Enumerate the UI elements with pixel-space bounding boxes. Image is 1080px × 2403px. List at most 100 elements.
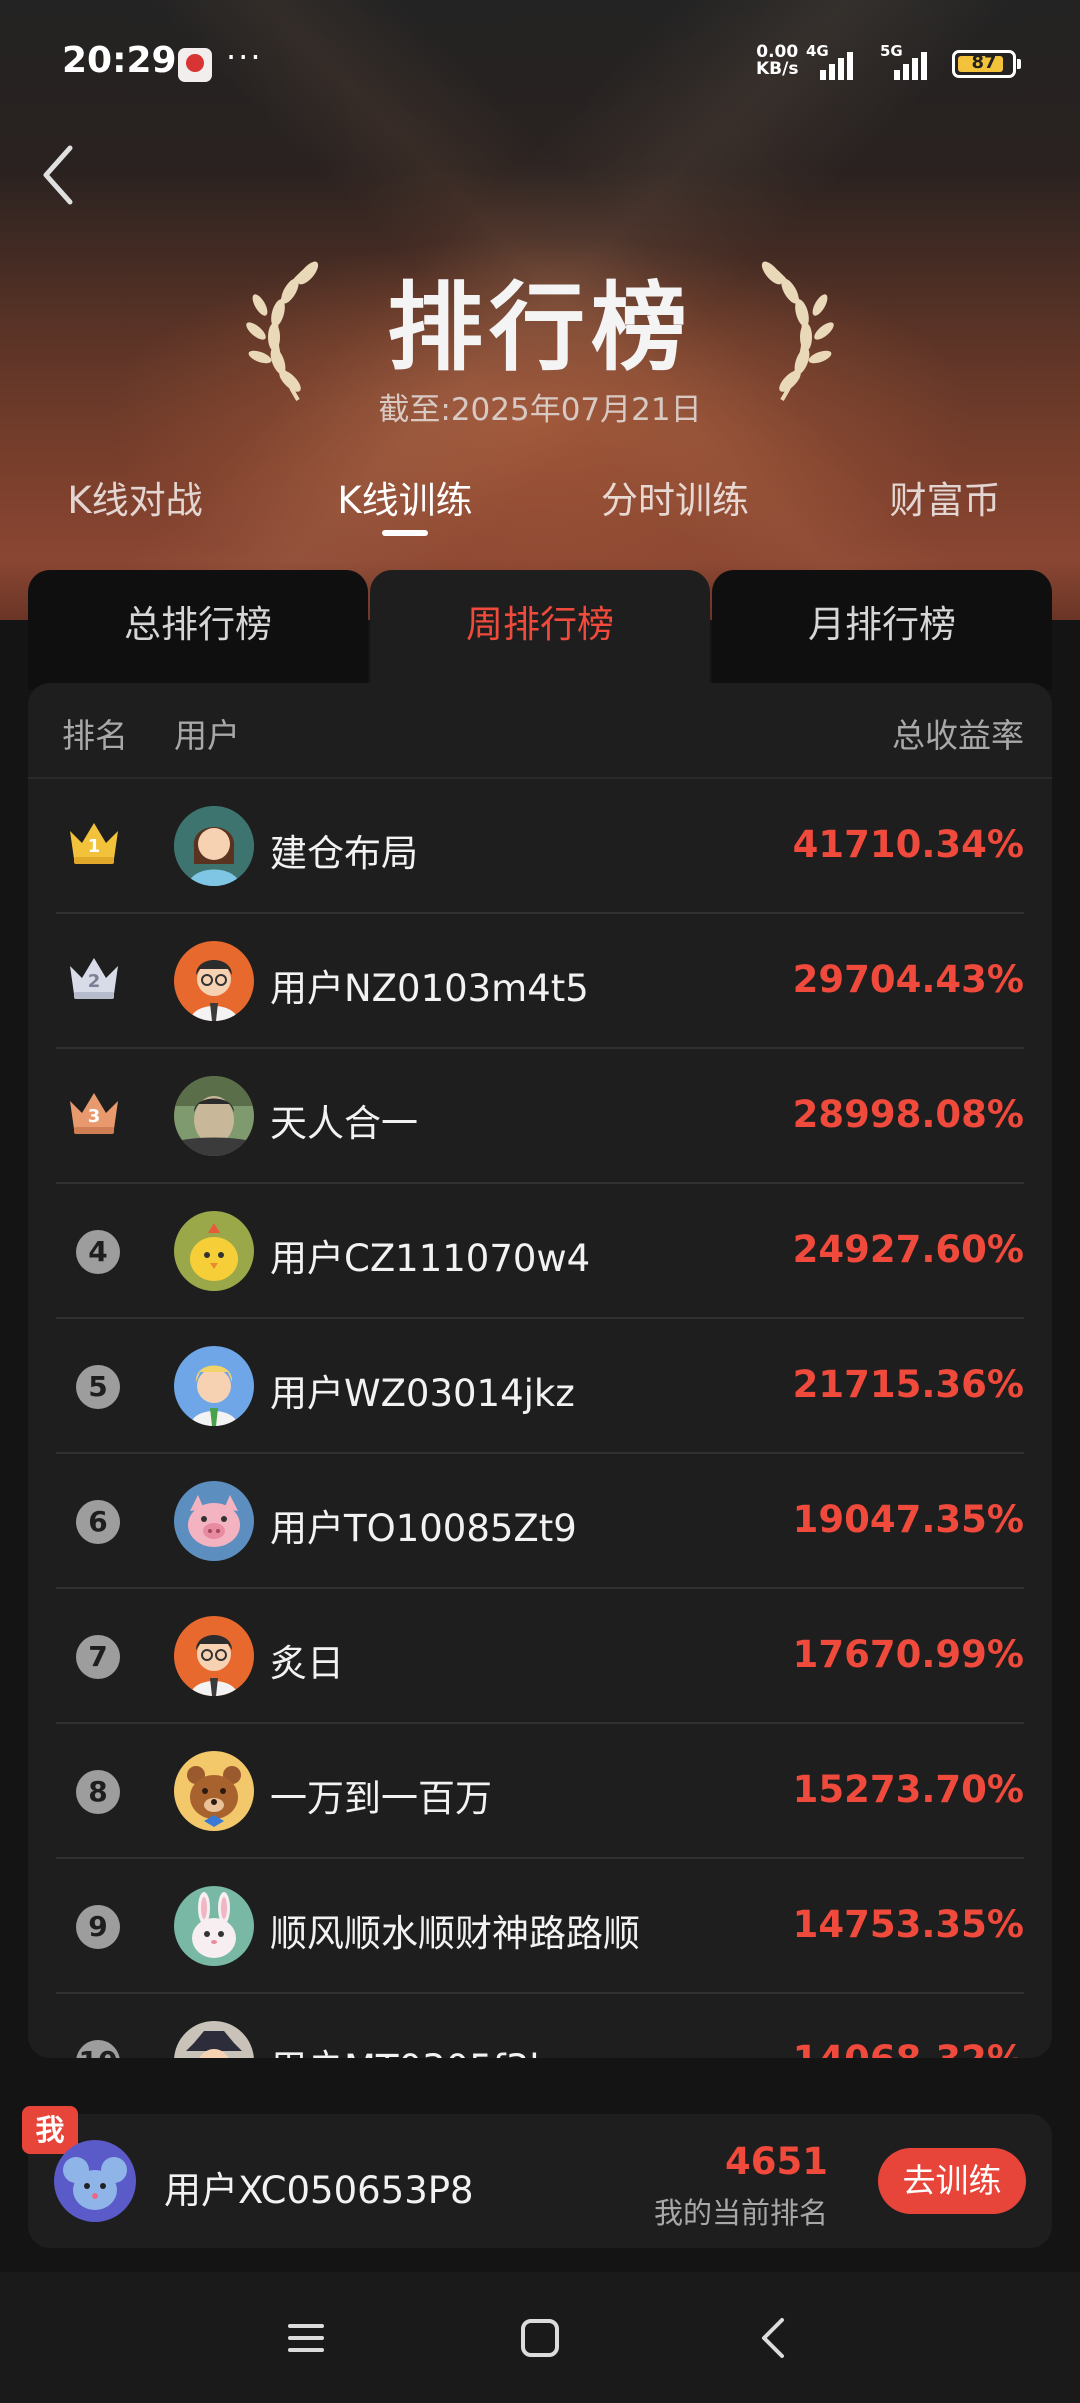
my-rank-number: 4651: [725, 2140, 828, 2183]
rank-number: 7: [76, 1635, 120, 1679]
tab-k-line-training[interactable]: K线训练: [270, 470, 540, 524]
avatar[interactable]: [174, 1751, 254, 1831]
back-button[interactable]: [36, 140, 86, 210]
menu-icon: [288, 2324, 324, 2352]
signal-4g-icon: 4G: [806, 42, 856, 80]
status-time: 20:29: [62, 40, 177, 81]
user-name: 一万到一百万: [270, 1777, 492, 1820]
avatar[interactable]: [54, 2140, 136, 2222]
tab-intraday-training[interactable]: 分时训练: [540, 470, 810, 524]
system-nav-bar: [0, 2272, 1080, 2403]
total-return: 21715.36%: [792, 1363, 1024, 1406]
avatar[interactable]: [174, 1346, 254, 1426]
battery-icon: 87: [952, 50, 1021, 78]
total-return: 17670.99%: [792, 1633, 1024, 1676]
go-train-button[interactable]: 去训练: [878, 2148, 1026, 2214]
gold-crown-icon: 1: [70, 823, 118, 864]
ranking-header: 排名 用户 总收益率: [28, 683, 1052, 779]
table-row[interactable]: 2 用户NZ0103m4t5 29704.43%: [56, 914, 1024, 1049]
pig-avatar-icon: [174, 1481, 254, 1561]
home-button[interactable]: [510, 2308, 570, 2368]
table-row[interactable]: 10 用户MT0305f3lm 14068.32%: [56, 1994, 1024, 2058]
notification-app-icon: [178, 48, 212, 82]
total-return: 15273.70%: [792, 1768, 1024, 1811]
user-name: 用户TO10085Zt9: [270, 1507, 577, 1550]
network-speed: 0.00 KB/s: [756, 44, 798, 78]
rank-number: 6: [76, 1500, 120, 1544]
category-tabs: K线对战 K线训练 分时训练 财富币: [0, 470, 1080, 540]
table-row[interactable]: 1 建仓布局 41710.34%: [56, 779, 1024, 914]
chick-avatar-icon: [174, 1211, 254, 1291]
user-avatar-icon: [174, 1076, 254, 1156]
ranking-list[interactable]: 排名 用户 总收益率 1 建仓布局 41710.34% 2 用户NZ0103m4…: [28, 683, 1052, 2058]
svg-text:1: 1: [88, 836, 101, 857]
bronze-crown-icon: 3: [70, 1093, 118, 1134]
silver-crown-icon: 2: [70, 958, 118, 999]
tab-wealth-coin[interactable]: 财富币: [810, 470, 1080, 524]
rank-number: 4: [76, 1230, 120, 1274]
table-row[interactable]: 3 天人合一 28998.08%: [56, 1049, 1024, 1184]
user-avatar-icon: [174, 2021, 254, 2058]
total-return: 28998.08%: [792, 1093, 1024, 1136]
rank-number: 8: [76, 1770, 120, 1814]
user-name: 用户CZ111070w4: [270, 1237, 591, 1280]
home-square-icon: [521, 2319, 559, 2357]
column-rank: 排名: [62, 716, 128, 755]
avatar[interactable]: [174, 1211, 254, 1291]
total-return: 19047.35%: [792, 1498, 1024, 1541]
total-return: 24927.60%: [792, 1228, 1024, 1271]
tab-overall-ranking[interactable]: 总排行榜: [28, 570, 368, 690]
tab-k-line-battle[interactable]: K线对战: [0, 470, 270, 524]
table-row[interactable]: 7 炙日 17670.99%: [56, 1589, 1024, 1724]
user-name: 炙日: [270, 1642, 344, 1685]
table-row[interactable]: 8 一万到一百万 15273.70%: [56, 1724, 1024, 1859]
total-return: 14068.32%: [793, 2038, 1024, 2058]
rank-number: 9: [76, 1905, 120, 1949]
tab-weekly-ranking[interactable]: 周排行榜: [370, 570, 710, 690]
avatar[interactable]: [174, 1076, 254, 1156]
table-row[interactable]: 9 顺风顺水顺财神路路顺 14753.35%: [56, 1859, 1024, 1994]
user-avatar-icon: [174, 1616, 254, 1696]
bear-avatar-icon: [174, 1751, 254, 1831]
user-name: 用户NZ0103m4t5: [270, 967, 589, 1010]
column-total-return: 总收益率: [892, 716, 1024, 755]
as-of-date: 截至:2025年07月21日: [378, 392, 702, 428]
avatar[interactable]: [174, 1481, 254, 1561]
user-avatar-icon: [174, 806, 254, 886]
total-return: 14753.35%: [792, 1903, 1024, 1946]
menu-button[interactable]: [276, 2308, 336, 2368]
table-row[interactable]: 5 用户WZ03014jkz 21715.36%: [56, 1319, 1024, 1454]
battery-level: 87: [971, 52, 997, 73]
chevron-left-icon: [43, 145, 73, 205]
svg-text:3: 3: [88, 1106, 101, 1127]
user-name: 建仓布局: [270, 832, 418, 875]
avatar[interactable]: [174, 941, 254, 1021]
my-user-name: 用户XC050653P8: [164, 2169, 474, 2212]
rabbit-avatar-icon: [174, 1886, 254, 1966]
table-row[interactable]: 6 用户TO10085Zt9 19047.35%: [56, 1454, 1024, 1589]
user-avatar-icon: [174, 1346, 254, 1426]
avatar[interactable]: [174, 2021, 254, 2058]
avatar[interactable]: [174, 1886, 254, 1966]
back-arrow-icon: [762, 2318, 784, 2358]
user-name: 用户WZ03014jkz: [270, 1372, 575, 1415]
mouse-avatar-icon: [54, 2140, 136, 2222]
active-tab-indicator: [382, 530, 428, 536]
avatar[interactable]: [174, 1616, 254, 1696]
page-title: 排行榜: [387, 272, 693, 384]
total-return: 41710.34%: [792, 823, 1024, 866]
network-speed-unit: KB/s: [756, 59, 799, 79]
tab-monthly-ranking[interactable]: 月排行榜: [712, 570, 1052, 690]
more-notifications-icon: ···: [226, 38, 263, 76]
user-avatar-icon: [174, 941, 254, 1021]
table-row[interactable]: 4 用户CZ111070w4 24927.60%: [56, 1184, 1024, 1319]
avatar[interactable]: [174, 806, 254, 886]
me-badge: 我: [22, 2106, 78, 2154]
nav-back-button[interactable]: [744, 2308, 804, 2368]
my-rank-label: 我的当前排名: [653, 2196, 828, 2230]
rank-number: 10: [76, 2040, 120, 2058]
signal-5g-icon: 5G: [880, 42, 930, 80]
user-name: 天人合一: [270, 1102, 418, 1145]
my-rank-bar: 我 用户XC050653P8 4651 我的当前排名 去训练: [22, 2106, 1052, 2248]
rank-number: 5: [76, 1365, 120, 1409]
